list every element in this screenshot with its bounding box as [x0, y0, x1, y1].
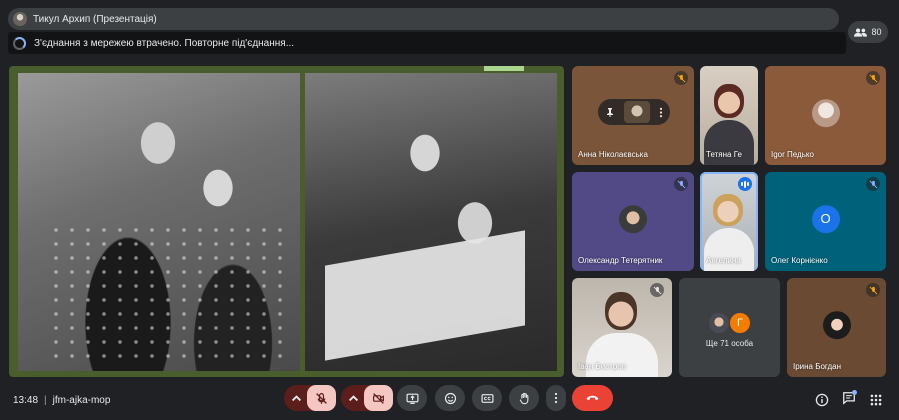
participant-name: Олег Корнієнко [771, 256, 828, 265]
participant-avatar [822, 310, 851, 339]
microphone-toggle-button[interactable] [307, 385, 336, 411]
meeting-time: 13:48 [13, 395, 39, 406]
present-to-all-icon [405, 393, 419, 404]
presenter-banner[interactable]: Тикул Архип (Презентація) [8, 8, 839, 30]
participant-tile-ivan[interactable]: Іван Бистров [572, 278, 672, 377]
participant-video-face [714, 84, 744, 118]
meeting-toolbar: 13:48 | jfm-ajka-mop [0, 385, 899, 420]
activities-button[interactable] [866, 387, 886, 413]
participant-name: Тетяна Ге [706, 150, 742, 159]
participant-thumbnail [624, 101, 650, 123]
people-icon [854, 27, 868, 37]
more-options-button[interactable] [546, 385, 566, 411]
mic-off-icon [316, 392, 327, 404]
participant-name: Ангелина [706, 256, 741, 265]
participant-name: Анна Ніколаєвська [578, 150, 648, 159]
loading-spinner-icon [13, 36, 26, 50]
info-icon [815, 393, 829, 407]
presenter-label: Тикул Архип (Презентація) [33, 13, 157, 25]
participant-tile-oleksandr[interactable]: Олександр Тетерятник [572, 172, 694, 271]
videocam-off-icon [373, 392, 384, 404]
reconnect-banner: З'єднання з мережею втрачено. Повторне п… [8, 32, 846, 54]
more-participants-label: Ще 71 особа [705, 339, 754, 348]
reactions-button[interactable] [435, 385, 465, 411]
tile-hover-controls[interactable] [598, 99, 670, 125]
chat-button[interactable] [839, 387, 859, 413]
more-participants-tile[interactable]: Г Ще 71 особа [679, 278, 780, 377]
emoji-icon [444, 392, 456, 404]
hand-icon [519, 392, 528, 404]
muted-mic-icon [674, 71, 688, 85]
participant-initial-avatar: Г [729, 312, 751, 334]
participant-initial-avatar: О [811, 204, 840, 233]
participant-tile-iryna[interactable]: Ірина Богдан [787, 278, 886, 377]
more-vert-icon[interactable] [659, 107, 663, 118]
present-screen-button[interactable] [397, 385, 427, 411]
participant-video-face [713, 194, 743, 226]
meeting-details: 13:48 | jfm-ajka-mop [13, 395, 111, 406]
participant-tile-igor[interactable]: Igor Педько [765, 66, 886, 165]
call-end-icon [586, 395, 599, 401]
more-vert-icon [554, 392, 558, 404]
participant-tile-oleg[interactable]: О Олег Корнієнко [765, 172, 886, 271]
muted-mic-icon [674, 177, 688, 191]
muted-mic-icon [866, 283, 880, 297]
participant-name: Igor Педько [771, 150, 814, 159]
participant-name: Олександр Тетерятник [578, 256, 663, 265]
participant-avatar [619, 204, 647, 233]
meeting-code: jfm-ajka-mop [52, 395, 111, 406]
participant-name: Іван Бистров [578, 362, 627, 371]
speaking-indicator-icon [738, 177, 752, 191]
mic-options-button[interactable] [286, 385, 306, 411]
meeting-info-button[interactable] [812, 387, 832, 413]
captions-button[interactable] [472, 385, 502, 411]
camera-toggle-button[interactable] [364, 385, 393, 411]
raise-hand-button[interactable] [509, 385, 539, 411]
participant-avatar [708, 312, 730, 334]
muted-mic-icon [650, 283, 664, 297]
reconnect-message: З'єднання з мережею втрачено. Повторне п… [34, 37, 295, 49]
end-call-button[interactable] [572, 385, 613, 411]
pin-icon[interactable] [605, 107, 615, 117]
camera-options-button[interactable] [343, 385, 363, 411]
participant-avatar [811, 98, 840, 127]
apps-grid-icon [870, 394, 882, 406]
chevron-up-icon [348, 394, 358, 401]
muted-mic-icon [866, 71, 880, 85]
participant-name: Ірина Богдан [793, 362, 842, 371]
participant-tile-angelina[interactable]: Ангелина [700, 172, 758, 271]
shared-screen [9, 66, 564, 377]
participants-count-value: 80 [871, 27, 882, 37]
closed-caption-icon [480, 393, 494, 403]
participants-count-button[interactable]: 80 [848, 21, 888, 43]
archive-photo-mother-daughter [18, 73, 300, 371]
participant-tile-tetiana[interactable]: Тетяна Ге [700, 66, 758, 165]
presenter-avatar [13, 12, 27, 26]
chevron-up-icon [291, 394, 301, 401]
participant-video-face [605, 292, 637, 330]
unread-dot [852, 389, 857, 395]
participant-tile-anna[interactable]: Анна Ніколаєвська [572, 66, 694, 165]
presentation-highlight [484, 66, 524, 71]
archive-photo-father-daughter [305, 73, 557, 371]
muted-mic-icon [866, 177, 880, 191]
